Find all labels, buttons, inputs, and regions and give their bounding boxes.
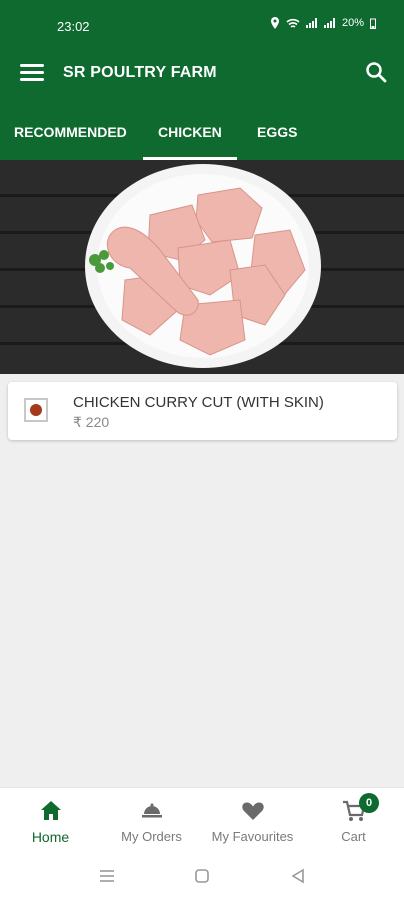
recents-icon[interactable]: [98, 868, 116, 884]
category-tabs: RECOMMENDED CHICKEN EGGS: [0, 104, 404, 160]
menu-icon[interactable]: [20, 64, 44, 82]
signal-icon: [305, 18, 317, 28]
nav-my-orders[interactable]: My Orders: [101, 788, 202, 858]
back-icon[interactable]: [290, 868, 306, 884]
nav-cart[interactable]: 0 Cart: [303, 788, 404, 858]
status-icons: 20%: [270, 17, 376, 29]
chicken-plate-image: [85, 164, 321, 368]
nav-home[interactable]: Home: [0, 788, 101, 858]
cart-count-badge: 0: [359, 793, 379, 813]
tab-chicken[interactable]: CHICKEN: [158, 124, 222, 140]
wifi-icon: [286, 18, 300, 28]
product-price: ₹ 220: [73, 414, 110, 430]
system-navigation-bar: [0, 857, 404, 900]
nav-cart-label: Cart: [341, 829, 366, 844]
product-name: CHICKEN CURRY CUT (WITH SKIN): [73, 394, 324, 411]
nav-my-orders-label: My Orders: [121, 829, 182, 844]
tab-eggs[interactable]: EGGS: [257, 124, 297, 140]
tab-recommended[interactable]: RECOMMENDED: [14, 124, 127, 140]
home-icon: [40, 801, 61, 820]
battery-percent: 20%: [341, 17, 364, 29]
nav-my-favourites-label: My Favourites: [211, 829, 294, 844]
battery-icon: [370, 18, 376, 29]
category-banner: [0, 160, 404, 374]
signal-icon-2: [323, 18, 335, 28]
nav-my-favourites[interactable]: My Favourites: [202, 788, 303, 858]
location-icon: [270, 17, 279, 29]
status-bar: 23:02 20%: [0, 0, 404, 42]
app-bar: SR POULTRY FARM: [0, 42, 404, 104]
status-time: 23:02: [57, 19, 90, 34]
bottom-navigation: Home My Orders My Favourites 0 Cart: [0, 787, 404, 857]
orders-icon: [141, 803, 162, 818]
app-title: SR POULTRY FARM: [63, 64, 217, 81]
product-card[interactable]: CHICKEN CURRY CUT (WITH SKIN) ₹ 220: [8, 382, 397, 440]
home-button-icon[interactable]: [194, 868, 210, 884]
heart-icon: [241, 802, 264, 820]
non-veg-marker-icon: [24, 398, 48, 422]
search-icon[interactable]: [364, 60, 388, 84]
nav-home-label: Home: [31, 829, 70, 845]
